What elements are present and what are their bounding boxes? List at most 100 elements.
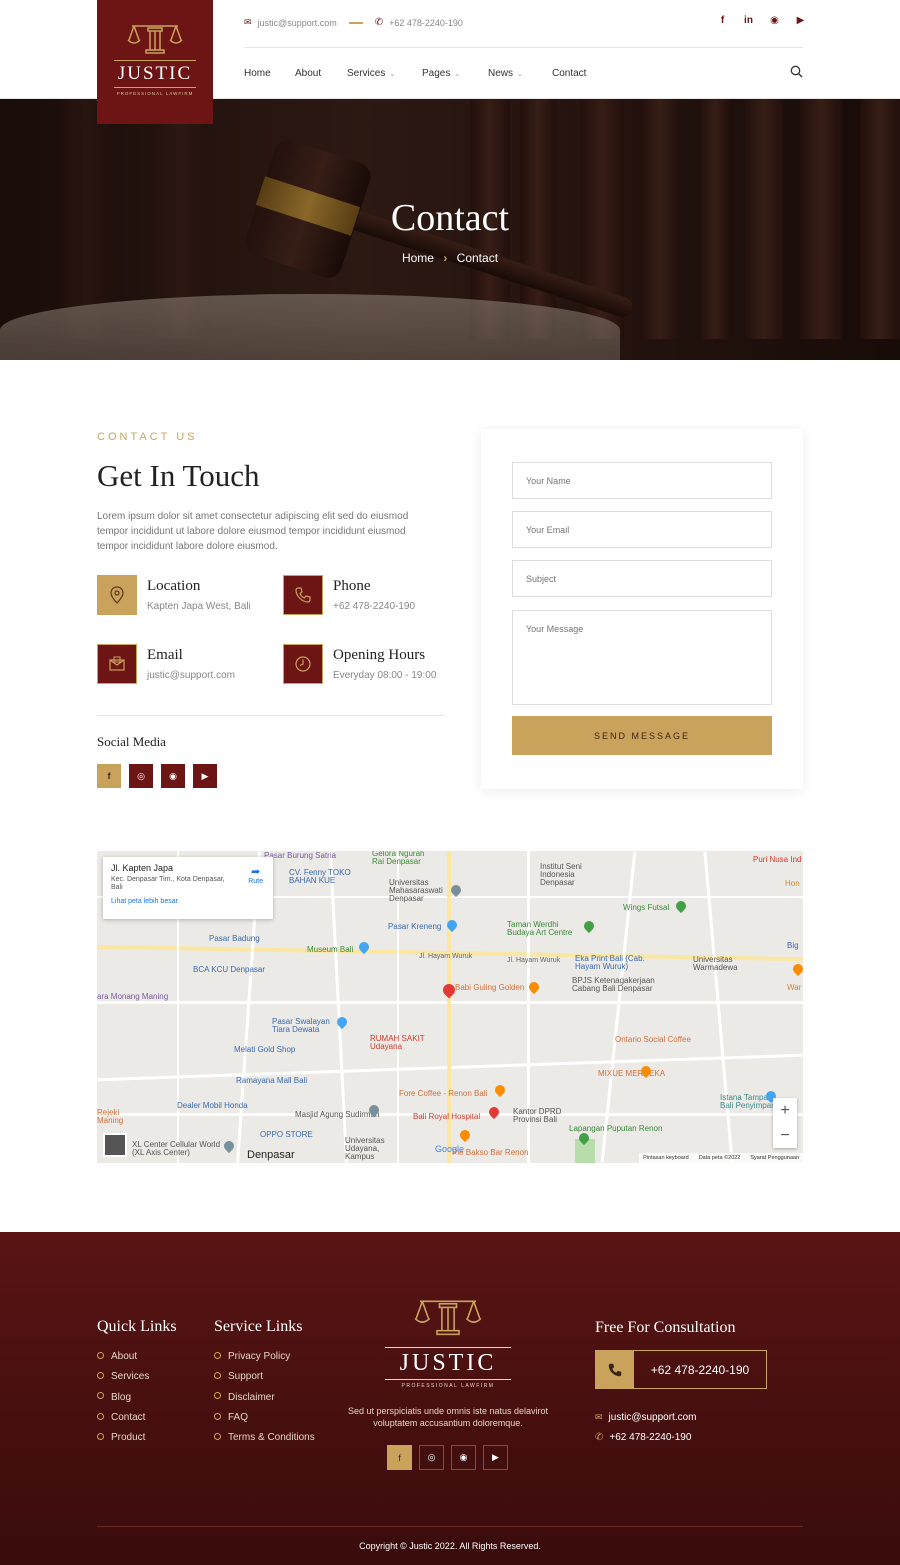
- instagram-icon[interactable]: ◎: [129, 764, 153, 788]
- quick-link-product[interactable]: Product: [97, 1428, 149, 1448]
- map-zoom-controls: + −: [773, 1098, 797, 1148]
- map-attribution: Pintasan keyboard Data peta ©2022 Syarat…: [639, 1153, 803, 1163]
- nav-about[interactable]: About: [295, 68, 347, 79]
- service-link-faq[interactable]: FAQ: [214, 1408, 315, 1428]
- whatsapp-icon[interactable]: ◉: [161, 764, 185, 788]
- map-info-card: Jl. Kapten Japa Kec. Denpasar Tim., Kota…: [103, 857, 273, 919]
- route-arrow-icon: ➦: [250, 866, 261, 878]
- map-route-button[interactable]: ➦ Rute: [248, 865, 263, 885]
- location-pin-icon: [97, 575, 137, 615]
- nav-home[interactable]: Home: [244, 68, 295, 79]
- send-message-button[interactable]: SEND MESSAGE: [512, 716, 772, 755]
- nav-services[interactable]: Services ⌄: [347, 68, 422, 79]
- phone-icon: ✆: [374, 17, 384, 28]
- instagram-icon[interactable]: ◎: [419, 1445, 444, 1470]
- info-location-value: Kapten Japa West, Bali: [147, 601, 251, 612]
- topbar-phone[interactable]: +62 478-2240-190: [389, 18, 463, 28]
- section-eyebrow: CONTACT US: [97, 431, 198, 443]
- nav-contact[interactable]: Contact: [552, 68, 586, 79]
- footer-logo[interactable]: JUSTIC PROFESSIONAL LAWFIRM: [385, 1294, 511, 1389]
- nav-divider: [244, 47, 803, 48]
- chevron-down-icon: ⌄: [454, 70, 461, 78]
- google-logo: Google: [435, 1144, 465, 1154]
- footer-phone[interactable]: ✆ +62 478-2240-190: [595, 1432, 691, 1443]
- scales-pillar-icon: [127, 25, 183, 54]
- map-city-label: Denpasar: [247, 1149, 295, 1161]
- topbar-contacts: ✉ justic@support.com ✆ +62 478-2240-190: [244, 17, 463, 28]
- map-satellite-toggle[interactable]: [103, 1133, 127, 1157]
- contact-form: SEND MESSAGE: [481, 429, 803, 789]
- facebook-icon[interactable]: f: [97, 764, 121, 788]
- map-larger-link[interactable]: Lihat peta lebih besar: [111, 898, 265, 905]
- quick-link-services[interactable]: Services: [97, 1367, 149, 1387]
- topbar-dash: [348, 21, 363, 24]
- quick-links-list: About Services Blog Contact Product: [97, 1347, 149, 1448]
- service-link-privacy[interactable]: Privacy Policy: [214, 1347, 315, 1367]
- whatsapp-icon[interactable]: ◉: [769, 15, 780, 26]
- breadcrumb: Home › Contact: [0, 251, 900, 265]
- youtube-icon[interactable]: ▶: [483, 1445, 508, 1470]
- quick-link-about[interactable]: About: [97, 1347, 149, 1367]
- brand-name: JUSTIC: [113, 60, 197, 88]
- youtube-icon[interactable]: ▶: [193, 764, 217, 788]
- footer-brand-name: JUSTIC: [385, 1347, 511, 1380]
- envelope-icon: ✉: [244, 17, 252, 27]
- info-phone-title: Phone: [333, 578, 371, 594]
- scales-pillar-icon: [414, 1300, 482, 1336]
- site-header: JUSTIC PROFESSIONAL LAWFIRM ✉ justic@sup…: [0, 0, 900, 124]
- info-hours-title: Opening Hours: [333, 647, 426, 663]
- breadcrumb-home[interactable]: Home: [402, 251, 434, 265]
- consult-phone-number: +62 478-2240-190: [650, 1362, 750, 1377]
- social-media-title: Social Media: [97, 734, 166, 749]
- envelope-icon: ✉: [595, 1412, 603, 1422]
- info-email-title: Email: [147, 647, 183, 663]
- chevron-down-icon: ⌄: [517, 70, 523, 78]
- facebook-icon[interactable]: f: [387, 1445, 412, 1470]
- topbar-social: f in ◉ ▶: [717, 15, 806, 26]
- consult-phone-button[interactable]: +62 478-2240-190: [595, 1350, 767, 1389]
- linkedin-icon[interactable]: in: [743, 15, 754, 26]
- service-links-title: Service Links: [214, 1318, 303, 1335]
- site-footer: Quick Links About Services Blog Contact …: [0, 1232, 900, 1565]
- footer-social-links: f ◎ ◉ ▶: [387, 1445, 508, 1470]
- quick-link-contact[interactable]: Contact: [97, 1408, 149, 1428]
- info-phone-value[interactable]: +62 478-2240-190: [333, 601, 415, 612]
- nav-pages[interactable]: Pages ⌄: [422, 68, 488, 79]
- service-links-list: Privacy Policy Support Disclaimer FAQ Te…: [214, 1347, 315, 1448]
- footer-email[interactable]: ✉ justic@support.com: [595, 1412, 697, 1423]
- section-paragraph: Lorem ipsum dolor sit amet consectetur a…: [97, 511, 409, 552]
- facebook-icon[interactable]: f: [717, 15, 728, 26]
- info-email-value[interactable]: justic@support.com: [147, 670, 235, 681]
- page-title: Contact: [390, 197, 510, 239]
- service-link-terms[interactable]: Terms & Conditions: [214, 1428, 315, 1448]
- section-divider: [97, 715, 444, 716]
- zoom-in-icon[interactable]: +: [780, 1102, 789, 1120]
- brand-tagline: PROFESSIONAL LAWFIRM: [116, 91, 194, 96]
- nav-news[interactable]: News ⌄: [488, 68, 552, 79]
- footer-divider: [97, 1526, 803, 1527]
- email-input[interactable]: [512, 511, 772, 548]
- phone-icon: [283, 575, 323, 615]
- map-place-address: Kec. Denpasar Tim., Kota Denpasar, Bali: [111, 876, 225, 891]
- social-media-links: f ◎ ◉ ▶: [97, 764, 217, 788]
- youtube-icon[interactable]: ▶: [795, 15, 806, 26]
- whatsapp-icon[interactable]: ◉: [451, 1445, 476, 1470]
- search-icon[interactable]: [790, 65, 803, 78]
- breadcrumb-current: Contact: [456, 251, 499, 265]
- quick-link-blog[interactable]: Blog: [97, 1388, 149, 1408]
- location-map[interactable]: Pasar Burung Satria Gelora Ngurah Rai De…: [97, 851, 803, 1163]
- brand-logo[interactable]: JUSTIC PROFESSIONAL LAWFIRM: [97, 0, 213, 124]
- consult-title: Free For Consultation: [595, 1319, 736, 1336]
- chevron-down-icon: ⌄: [389, 70, 396, 78]
- message-textarea[interactable]: [512, 610, 772, 705]
- main-nav: Home About Services ⌄ Pages ⌄ News ⌄ Contac…: [244, 68, 586, 79]
- zoom-out-icon[interactable]: −: [780, 1127, 789, 1145]
- topbar-email[interactable]: justic@support.com: [258, 18, 337, 28]
- service-link-disclaimer[interactable]: Disclaimer: [214, 1388, 315, 1408]
- service-link-support[interactable]: Support: [214, 1367, 315, 1387]
- name-input[interactable]: [512, 462, 772, 499]
- clock-icon: [283, 644, 323, 684]
- subject-input[interactable]: [512, 560, 772, 597]
- info-location-title: Location: [147, 578, 201, 594]
- quick-links-title: Quick Links: [97, 1318, 177, 1335]
